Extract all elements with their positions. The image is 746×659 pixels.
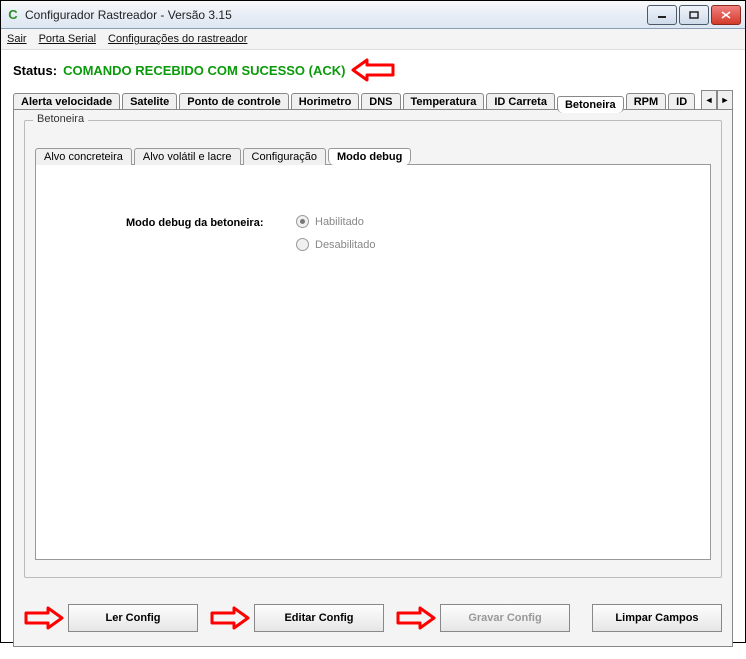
maximize-button[interactable] [679, 5, 709, 25]
close-button[interactable] [711, 5, 741, 25]
menu-sair[interactable]: Sair [7, 33, 27, 45]
annotation-arrow-icon [210, 606, 250, 630]
tab-alerta-velocidade[interactable]: Alerta velocidade [13, 93, 120, 110]
tab-scroll-right-icon[interactable]: ► [717, 90, 733, 110]
annotation-arrow-icon [24, 606, 64, 630]
client-area: Status: COMANDO RECEBIDO COM SUCESSO (AC… [1, 50, 745, 659]
tab-rpm[interactable]: RPM [626, 93, 666, 110]
menu-configuracoes[interactable]: Configurações do rastreador [108, 33, 247, 45]
status-label: Status: [13, 63, 57, 78]
annotation-arrow-icon [351, 58, 395, 82]
inner-tab-modo-debug[interactable]: Modo debug [328, 148, 411, 165]
app-icon: C [5, 7, 21, 23]
button-row: Ler Config Editar Config Gravar Config L… [24, 604, 722, 632]
status-line: Status: COMANDO RECEBIDO COM SUCESSO (AC… [13, 58, 733, 82]
radio-desabilitado[interactable]: Desabilitado [296, 238, 376, 251]
tab-id-carreta[interactable]: ID Carreta [486, 93, 555, 110]
inner-tab-configuracao[interactable]: Configuração [243, 148, 326, 165]
tab-id[interactable]: ID [668, 93, 695, 110]
inner-tabstrip: Alvo concreteira Alvo volátil e lacre Co… [35, 145, 711, 165]
radio-icon [296, 215, 309, 228]
tab-betoneira[interactable]: Betoneira [557, 96, 624, 113]
radio-habilitado[interactable]: Habilitado [296, 215, 376, 228]
title-bar: C Configurador Rastreador - Versão 3.15 [1, 1, 745, 29]
ler-config-button[interactable]: Ler Config [68, 604, 198, 632]
window-title: Configurador Rastreador - Versão 3.15 [25, 8, 647, 22]
groupbox-betoneira: Betoneira Alvo concreteira Alvo volátil … [24, 120, 722, 578]
minimize-button[interactable] [647, 5, 677, 25]
radio-label: Desabilitado [315, 239, 376, 251]
inner-page: Modo debug da betoneira: Habilitado Desa… [35, 164, 711, 560]
form-row-modo-debug: Modo debug da betoneira: Habilitado Desa… [126, 215, 680, 251]
menu-porta-serial[interactable]: Porta Serial [39, 33, 96, 45]
tab-page: Betoneira Alvo concreteira Alvo volátil … [13, 109, 733, 647]
radio-group-modo-debug: Habilitado Desabilitado [296, 215, 376, 251]
tab-ponto-de-controle[interactable]: Ponto de controle [179, 93, 289, 110]
tab-temperatura[interactable]: Temperatura [403, 93, 485, 110]
menu-bar: Sair Porta Serial Configurações do rastr… [1, 29, 745, 50]
tab-satelite[interactable]: Satelite [122, 93, 177, 110]
annotation-arrow-icon [396, 606, 436, 630]
groupbox-legend: Betoneira [33, 113, 88, 125]
tab-scroll-left-icon[interactable]: ◄ [701, 90, 717, 110]
editar-config-button[interactable]: Editar Config [254, 604, 384, 632]
gravar-config-button: Gravar Config [440, 604, 570, 632]
tab-horimetro[interactable]: Horimetro [291, 93, 360, 110]
inner-tab-alvo-volatil[interactable]: Alvo volátil e lacre [134, 148, 241, 165]
tab-scroll-arrows: ◄ ► [701, 90, 733, 110]
radio-icon [296, 238, 309, 251]
limpar-campos-button[interactable]: Limpar Campos [592, 604, 722, 632]
radio-label: Habilitado [315, 216, 364, 228]
inner-tab-alvo-concreteira[interactable]: Alvo concreteira [35, 148, 132, 165]
window-controls [647, 5, 741, 25]
status-value: COMANDO RECEBIDO COM SUCESSO (ACK) [63, 63, 345, 78]
label-modo-debug: Modo debug da betoneira: [126, 215, 276, 229]
tab-dns[interactable]: DNS [361, 93, 400, 110]
main-tabstrip: Alerta velocidade Satelite Ponto de cont… [13, 88, 733, 110]
